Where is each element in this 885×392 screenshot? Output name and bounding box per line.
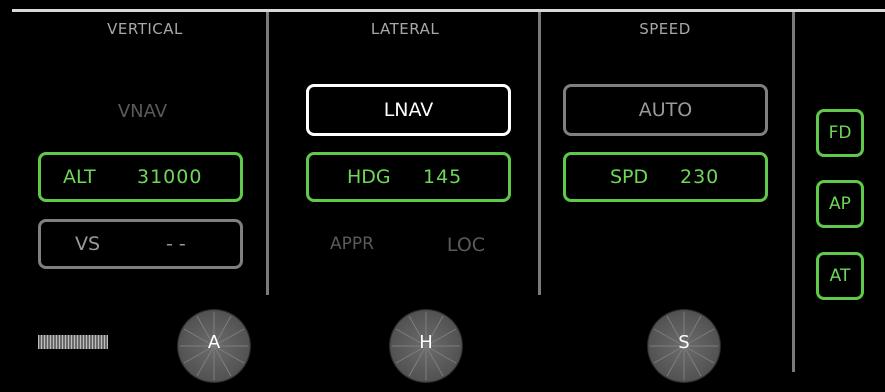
lateral-title: LATERAL [370,20,440,38]
spd-button[interactable]: SPD 230 [563,152,768,202]
lnav-label: LNAV [383,99,434,121]
speed-knob-label: S [678,332,690,353]
hdg-label: HDG [347,166,391,188]
heading-knob-label: H [419,332,433,353]
fd-button[interactable]: FD [816,109,864,157]
altitude-knob-label: A [207,332,221,353]
hdg-button[interactable]: HDG 145 [306,152,511,202]
alt-button[interactable]: ALT 31000 [38,152,243,202]
spd-label: SPD [610,166,649,188]
appr-button[interactable]: APPR [318,234,386,254]
vertical-title: VERTICAL [107,20,183,38]
slider-handle[interactable] [38,335,108,349]
spd-value: 230 [680,166,720,188]
divider-vertical-lateral [266,12,269,295]
lnav-button[interactable]: LNAV [306,84,511,136]
speed-title: SPEED [639,20,691,38]
loc-button[interactable]: LOC [432,234,500,256]
divider-speed-side [792,12,795,372]
hdg-value: 145 [423,166,463,188]
speed-knob[interactable]: S [648,310,720,382]
vnav-button[interactable]: VNAV [40,101,245,122]
altitude-knob[interactable]: A [178,310,250,382]
auto-button[interactable]: AUTO [563,84,768,136]
vs-value: - - [166,233,186,255]
top-rule [12,9,885,12]
heading-knob[interactable]: H [390,310,462,382]
vs-button[interactable]: VS - - [38,219,243,269]
alt-value: 31000 [137,166,203,188]
ap-button[interactable]: AP [816,180,864,228]
divider-lateral-speed [538,12,541,295]
auto-label: AUTO [638,99,693,121]
alt-label: ALT [63,166,96,188]
ap-label: AP [829,194,851,214]
at-label: AT [829,266,851,286]
fd-label: FD [828,123,852,143]
at-button[interactable]: AT [816,252,864,300]
vs-label: VS [75,233,101,255]
